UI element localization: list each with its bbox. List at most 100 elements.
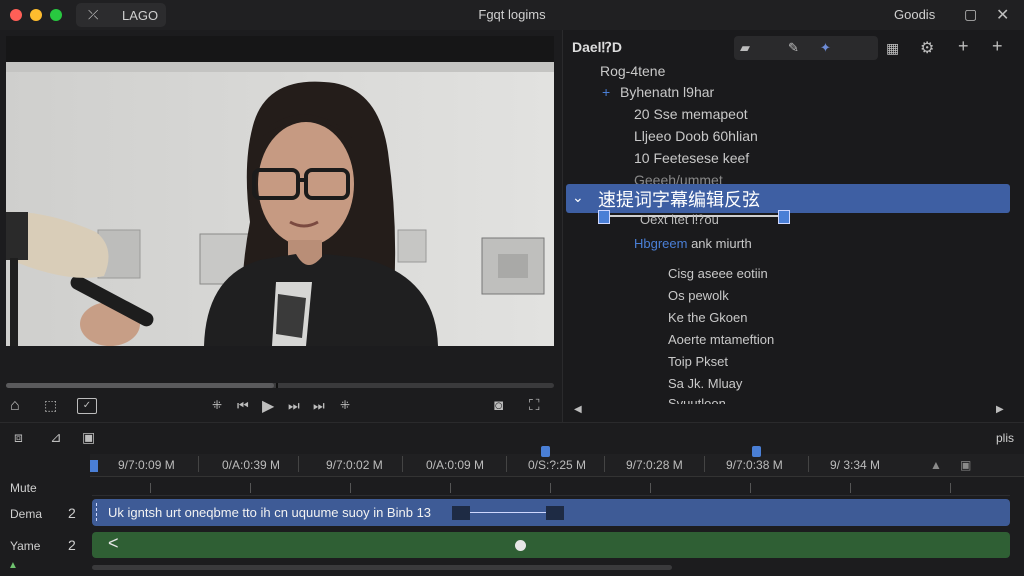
track-tick [450,483,451,493]
track-tick [250,483,251,493]
child-item[interactable]: Os pewolk [668,288,729,303]
track-number: 2 [68,505,76,521]
timeline-scrollbar[interactable] [92,565,672,570]
track-tick [150,483,151,493]
tree-item[interactable]: Lljeeo Doob 60hlian [634,128,758,144]
clip-handle[interactable] [546,506,564,520]
ruler-tick [808,456,809,472]
expand-icon[interactable]: + [602,84,610,100]
marker-icon[interactable]: ▲ [930,458,942,472]
sub-node[interactable]: Oext ltet l⁉ou [640,212,719,228]
group-link[interactable]: Hbgreem [634,236,687,251]
track-name: Yame [10,539,41,553]
track-name: Mute [10,481,37,495]
inspector-toolbar [734,36,878,60]
window-title: Fgqt logims [478,7,546,22]
out-marker[interactable] [752,446,761,457]
ruler-tick [198,456,199,472]
ruler-tick-label: 9/7:0:28 M [626,458,683,472]
track-tick [550,483,551,493]
timeline-toolbar [0,422,1024,453]
clip-link-line [470,512,546,513]
selected-item-label: 速提词字幕编辑反弦 [598,190,760,211]
tree-item[interactable]: 10 Feetesese keef [634,150,749,166]
play-icon[interactable]: ▶ [262,396,274,416]
grid-icon[interactable]: ▦ [886,40,899,57]
scrubber-progress [6,383,274,388]
group-label: ank miurth [687,236,752,251]
ruler-divider [90,476,1024,477]
ruler-tick-label: 9/7:0:02 M [326,458,383,472]
child-item[interactable]: Svuutloon [668,396,788,404]
ruler-tick-label: 9/ 3:34 M [830,458,881,472]
fullscreen-icon[interactable]: ⛶ [529,397,540,414]
chart-icon[interactable]: ⊿ [50,429,62,446]
playhead[interactable] [90,460,98,472]
inspector-header: Dael⁉D [572,39,622,55]
pin-icon[interactable]: ✎ [788,40,799,56]
ruler-tick-label: 0/S:?:25 M [528,458,587,472]
scroll-left-icon[interactable]: ◀ [574,404,582,415]
add-track-icon[interactable]: + [992,36,1003,57]
add-icon[interactable]: + [958,36,969,57]
track-tick [850,483,851,493]
caption-text: Uk igntsh urt oneqbme tto ih cn uquume s… [108,505,432,520]
child-item[interactable]: Cisg aseee eotiin [668,266,768,281]
track-status-icon: ▲ [8,560,18,571]
video-frame [6,62,554,346]
track-tick [750,483,751,493]
home-icon[interactable]: ⌂ [10,397,20,415]
ruler-tick [604,456,605,472]
ruler-tick [298,456,299,472]
timeline-right-label: plis [996,431,1015,445]
check-box-icon[interactable]: ✓ [77,398,97,414]
filmstrip-icon[interactable]: ▣ [82,429,95,446]
settings-icon[interactable]: ⚙ [920,38,934,58]
mute-track[interactable] [92,481,1010,496]
ruler-tick [402,456,403,472]
rewind-icon[interactable]: ⁜ [212,398,222,412]
step-forward-icon[interactable]: ⏭ [288,398,300,414]
range-end-handle[interactable] [778,210,790,224]
magic-icon[interactable]: ✦ [820,40,831,56]
scrubber-divider [276,383,278,388]
clip-handle[interactable] [452,506,470,520]
step-back-icon[interactable]: ⏮ [237,398,249,414]
audio-clip-marker[interactable]: < [108,533,119,554]
track-name: Dema [10,507,43,521]
child-item[interactable]: Sa Jk. Mluay [668,376,742,391]
viewer-top-bar [6,36,554,62]
track-tick [350,483,351,493]
track-list-icon[interactable]: ⧈ [14,429,23,446]
video-viewer[interactable] [6,62,554,346]
child-item[interactable]: Toip Pkset [668,354,728,369]
group-item[interactable]: Hbgreem ank miurth [634,236,752,251]
collapse-icon[interactable]: ⌄ [572,189,584,206]
tree-item[interactable]: Rog-4tene [600,63,665,79]
ruler-tick-label: 9/7:0:38 M [726,458,783,472]
ruler-tick-label: 9/7:0:09 M [118,458,175,472]
skip-icon[interactable]: ⏭ [313,398,325,414]
clip-edge [96,503,97,521]
tree-item[interactable]: 20 Sse memapeot [634,106,748,122]
range-start-handle[interactable] [598,210,610,224]
lock-icon[interactable]: ▣ [960,458,971,472]
child-item[interactable]: Aoerte mtameftion [668,332,774,347]
ruler-tick-label: 0/A:0:39 M [222,458,281,472]
keyframe-dot[interactable] [515,540,526,551]
account-label[interactable]: Goodis [894,7,935,22]
adjust-icon[interactable]: ⬚ [44,397,57,414]
tree-item[interactable]: Byhenatn l9har [620,84,714,100]
scroll-right-icon[interactable]: ▶ [996,404,1004,415]
audio-clip[interactable] [92,532,1010,558]
clipboard-icon[interactable]: ▢ [964,6,977,23]
close-icon[interactable]: ✕ [996,5,1009,25]
ruler-tick [506,456,507,472]
comment-icon[interactable]: ▰ [740,40,750,56]
track-number: 2 [68,537,76,553]
snapshot-icon[interactable]: ◙ [494,397,503,414]
child-item-clip: Svuutloon [668,396,788,404]
in-marker[interactable] [541,446,550,457]
child-item[interactable]: Ke the Gkoen [668,310,748,325]
forward-icon[interactable]: ⁜ [340,398,350,412]
